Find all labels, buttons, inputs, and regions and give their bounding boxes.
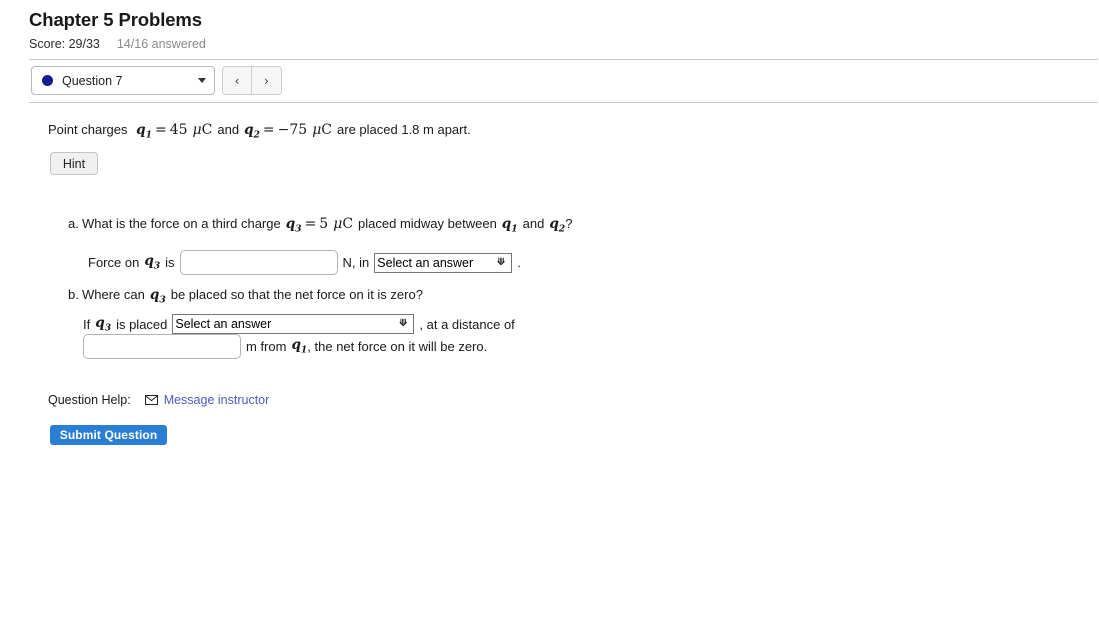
divider-bottom [29,102,1098,103]
part-b-answer-row-1: If q3 is placed Select an answer ⟱ , at a … [83,314,515,334]
part-b-line1-suffix: , at a distance of [419,316,515,332]
question-help-label: Question Help: [48,393,131,407]
part-a-q3-value: 5 [319,216,329,232]
question-selector-label: Question 7 [62,73,123,88]
answered-count: 14/16 answered [116,37,206,51]
part-a-and: and [522,216,545,231]
prompt-q1-symbol: q1 [136,122,152,141]
part-b-line2-suffix: , the net force on it will be zero. [307,339,488,354]
prompt-tail: are placed 1.8 m apart. [337,122,471,137]
next-question-button[interactable]: › [252,66,282,95]
envelope-icon [144,395,158,405]
question-prompt: Point charges q1 = 45 μC and q2 = −75 μC are plac… [48,122,471,141]
prompt-q2-symbol: q2 [244,122,260,141]
part-b-q3-symbol: q3 [149,287,166,306]
part-b-text-1: Where can [82,287,145,302]
prompt-lead: Point charges [48,122,128,137]
part-a-coulomb: C [342,216,354,232]
question-nav-group: ‹ › [222,66,282,95]
part-a-answer-row: Force on q3 is N, in Select an answer ⟱ . [88,250,521,275]
force-unit-select[interactable]: Select an answer [374,252,513,273]
part-b-answer-row-2: m from q1, the net force on it will be ze… [83,334,487,359]
part-b-is-placed: is placed [116,316,168,332]
prev-question-button[interactable]: ‹ [222,66,252,95]
part-b-question: Where can q3 be placed so that the net for… [82,287,423,306]
part-a-period: . [517,255,521,270]
part-b-line1-q-symbol: q3 [95,314,112,334]
part-b-marker: b. [68,287,79,302]
part-a-unit-mid: N, in [342,255,370,270]
part-b-line1-prefix: If [83,316,91,332]
prompt-q1-value: 45 [169,122,188,138]
part-a-text-1: What is the force on a third charge [82,216,281,231]
part-a-answer-prefix: Force on [88,255,140,270]
chevron-down-icon [198,78,206,83]
part-b-m-from: m from [246,339,287,354]
placement-select-wrap: Select an answer ⟱ [172,314,415,334]
part-a-equals: = [304,216,317,232]
prompt-equals-1: = [154,122,167,138]
message-instructor-link[interactable]: Message instructor [164,393,270,407]
part-a-q3-symbol: q3 [285,216,302,235]
part-a-mu: μ [333,216,343,232]
divider-top [29,59,1098,60]
question-help-row: Question Help: Message instructor [48,393,269,407]
part-b-line2-q-symbol: q1 [291,337,308,356]
prompt-equals-2: = [262,122,275,138]
prompt-q2-value: −75 [277,122,308,138]
placement-select[interactable]: Select an answer [172,314,415,334]
part-a-question: What is the force on a third charge q3 = 5 μ… [82,216,572,235]
prompt-mu-2: μ [312,122,322,138]
submit-question-button[interactable]: Submit Question [50,425,167,445]
prompt-coulomb-1: C [201,122,213,138]
score-value: Score: 29/33 [29,37,100,51]
prompt-and: and [217,122,240,137]
part-b-text-2: be placed so that the net force on it is… [170,287,423,302]
score-row: Score: 29/33 14/16 answered [29,37,206,51]
prompt-coulomb-2: C [321,122,333,138]
distance-value-input[interactable] [83,334,241,359]
part-a-answer-is: is [165,255,175,270]
part-a-text-2: placed midway between [358,216,497,231]
page-title: Chapter 5 Problems [29,9,202,30]
question-selector[interactable]: Question 7 [31,66,215,95]
part-a-answer-q-symbol: q3 [144,253,161,272]
part-a-question-mark: ? [565,216,573,231]
question-status-dot-icon [42,75,53,86]
part-a-qa-symbol: q1 [501,216,518,235]
force-unit-select-wrap: Select an answer ⟱ [374,252,513,273]
part-a-marker: a. [68,216,79,231]
force-value-input[interactable] [179,250,338,275]
part-a-qb-symbol: q2 [549,216,566,235]
hint-button[interactable]: Hint [50,152,98,175]
prompt-mu-1: μ [192,122,202,138]
